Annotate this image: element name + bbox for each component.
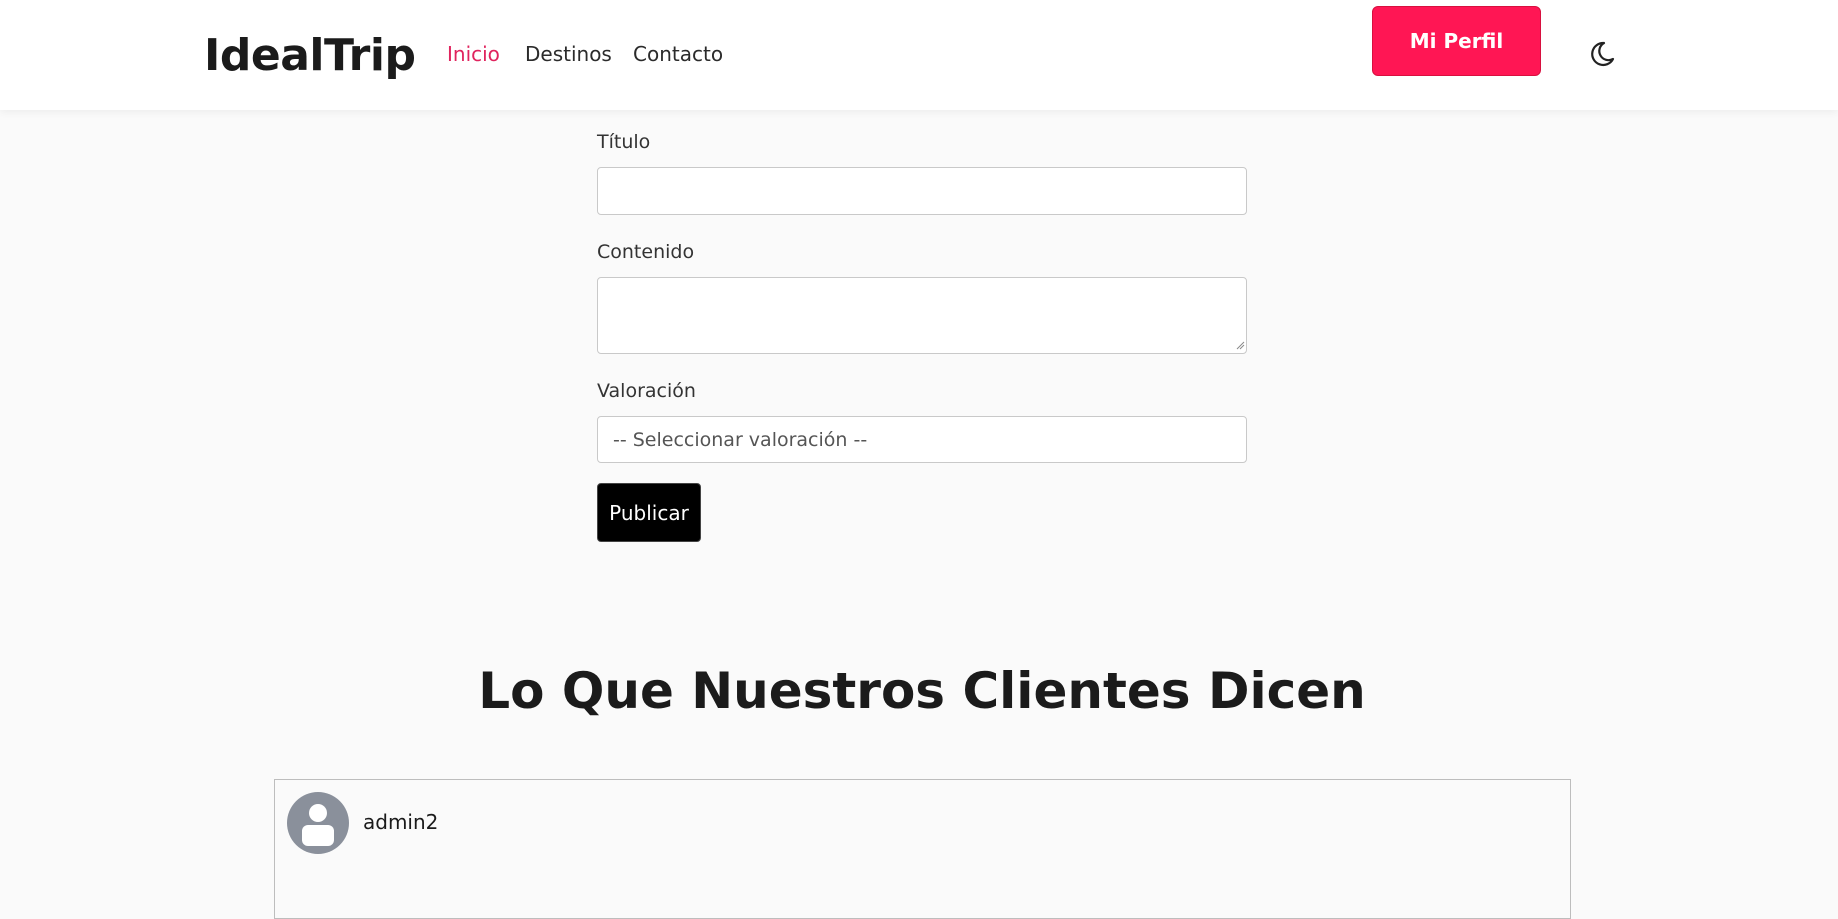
review-card: admin2 — [274, 779, 1571, 919]
valoracion-selected-value: -- Seleccionar valoración -- — [613, 428, 868, 451]
navbar: IdealTrip Inicio Destinos Contacto Mi Pe… — [0, 0, 1838, 110]
valoracion-label: Valoración — [597, 380, 696, 402]
review-author: admin2 — [363, 810, 439, 834]
testimonials-title: Lo Que Nuestros Clientes Dicen — [478, 662, 1366, 720]
moon-icon[interactable] — [1586, 38, 1618, 70]
nav-link-contacto[interactable]: Contacto — [633, 40, 723, 68]
titulo-label: Título — [597, 131, 651, 153]
publish-button[interactable]: Publicar — [597, 483, 701, 542]
user-avatar-icon — [287, 792, 349, 854]
resize-handle-icon[interactable] — [1236, 341, 1245, 350]
titulo-input[interactable] — [597, 167, 1247, 215]
contenido-label: Contenido — [597, 241, 695, 263]
nav-link-inicio[interactable]: Inicio — [447, 40, 500, 68]
brand-logo[interactable]: IdealTrip — [204, 28, 416, 84]
profile-button[interactable]: Mi Perfil — [1372, 6, 1541, 76]
valoracion-select[interactable]: -- Seleccionar valoración -- — [597, 416, 1247, 463]
contenido-textarea[interactable] — [597, 277, 1247, 354]
nav-link-destinos[interactable]: Destinos — [525, 40, 612, 68]
